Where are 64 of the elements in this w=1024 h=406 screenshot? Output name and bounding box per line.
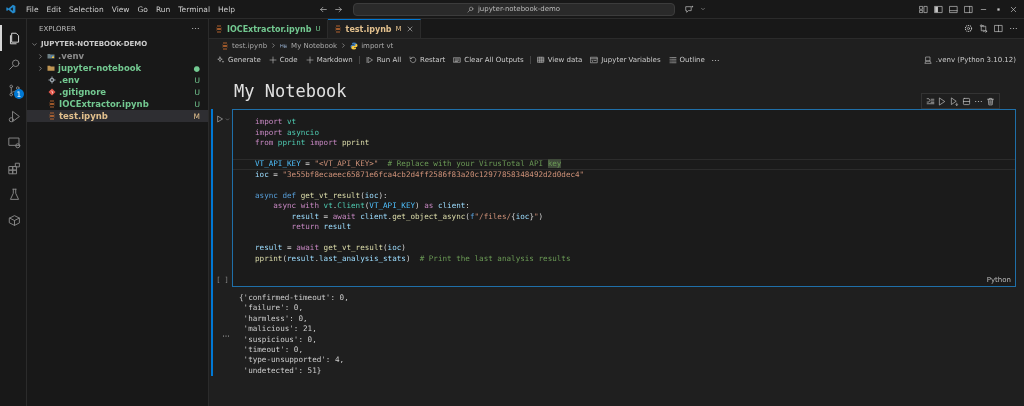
notebook-icon — [215, 25, 223, 33]
tree-item[interactable]: .venv — [27, 50, 208, 62]
file-name: jupyter-notebook — [58, 63, 142, 73]
chevron-right-icon — [340, 42, 348, 49]
python-icon — [350, 41, 359, 50]
monitor-icon — [7, 135, 21, 149]
code-cell[interactable] — [232, 109, 1016, 287]
notebook-icon — [48, 112, 56, 120]
git-icon — [48, 88, 56, 96]
notebook-heading: My Notebook — [233, 80, 348, 100]
vscode-logo[interactable] — [6, 4, 16, 14]
split-cell-icon[interactable] — [962, 96, 971, 106]
run-all-icon — [365, 56, 374, 64]
gear-icon — [48, 76, 56, 84]
run-cell-button[interactable] — [215, 115, 230, 123]
run-icon — [215, 115, 224, 123]
tab-label: test.ipynb — [345, 24, 392, 34]
plus-icon — [305, 56, 314, 64]
flask-icon — [7, 187, 21, 201]
settings-icon[interactable] — [964, 24, 973, 33]
branch-icon — [7, 83, 21, 97]
caret-icon — [224, 116, 230, 122]
kernel-icon — [923, 56, 932, 64]
python-folder-icon — [47, 52, 55, 60]
markdown-icon — [280, 41, 289, 50]
notebook-icon — [333, 25, 342, 33]
back-arrow-icon[interactable] — [318, 4, 328, 14]
list-icon — [668, 56, 677, 64]
forward-arrow-icon[interactable] — [333, 4, 343, 14]
restart-icon — [409, 56, 418, 64]
clear-outputs-icon — [453, 56, 462, 64]
table-icon — [536, 56, 545, 64]
sidebar-toggle-icon[interactable] — [934, 4, 943, 14]
file-name: .env — [59, 75, 80, 85]
close-icon[interactable] — [405, 25, 414, 33]
split-editor-icon[interactable] — [994, 24, 1003, 33]
chevron-right-icon — [270, 42, 278, 49]
search-icon — [466, 5, 474, 13]
panel-toggle-icon[interactable] — [949, 4, 958, 14]
search-icon — [7, 57, 21, 71]
file-name: .venv — [58, 51, 85, 61]
run-above-icon[interactable] — [926, 96, 935, 106]
sparkle-icon — [217, 56, 225, 64]
trash-icon[interactable] — [986, 96, 995, 106]
chat-sparkle-icon[interactable] — [684, 4, 694, 14]
layout-icon[interactable] — [919, 4, 928, 14]
variables-icon — [590, 56, 599, 64]
compare-changes-icon[interactable] — [979, 24, 988, 33]
files-icon — [7, 31, 21, 45]
file-name: .gitignore — [59, 87, 107, 97]
secondary-sidebar-icon[interactable] — [964, 4, 973, 14]
notebook-icon — [48, 100, 56, 108]
file-name: IOCExtractor.ipynb — [59, 99, 149, 109]
file-name: test.ipynb — [59, 111, 108, 121]
run-debug-icon — [7, 109, 21, 123]
run-below-icon[interactable] — [950, 96, 959, 106]
extensions-icon — [7, 161, 21, 175]
tab-label: IOCExtractor.ipynb — [227, 24, 312, 34]
box-icon — [7, 213, 21, 227]
close-icon[interactable] — [1009, 4, 1018, 14]
notebook-icon — [221, 41, 229, 50]
folder-icon — [47, 64, 55, 72]
run-cell-icon[interactable] — [938, 96, 947, 106]
plus-icon — [268, 56, 277, 64]
